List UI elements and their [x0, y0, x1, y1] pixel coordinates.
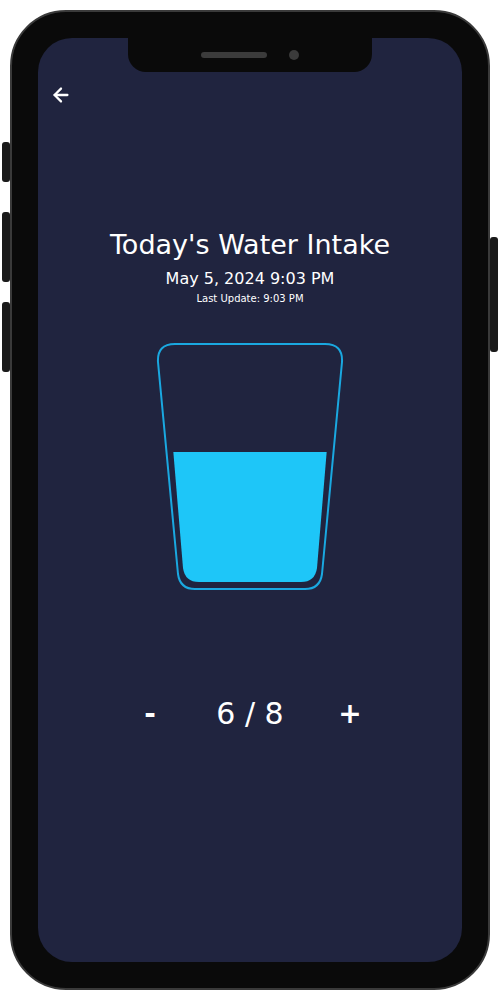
glass [155, 342, 345, 592]
water-fill [155, 452, 345, 582]
page: Today's Water Intake May 5, 2024 9:03 PM L… [0, 0, 500, 1000]
notch-row [38, 38, 462, 72]
back-button[interactable] [50, 84, 72, 106]
camera [289, 50, 299, 60]
power-button [490, 237, 498, 352]
counter: - 6 / 8 + [100, 696, 400, 732]
last-update: Last Update: 9:03 PM [196, 292, 303, 306]
counter-reading: 6 / 8 [216, 696, 283, 732]
increment-button[interactable]: + [330, 697, 369, 731]
volume-down-button [2, 302, 10, 372]
speaker [201, 52, 267, 58]
arrow-left-icon [50, 84, 72, 106]
screen: Today's Water Intake May 5, 2024 9:03 PM L… [38, 38, 462, 962]
phone-frame: Today's Water Intake May 5, 2024 9:03 PM L… [10, 10, 490, 990]
volume-up-button [2, 212, 10, 282]
water-glass-icon [155, 342, 345, 592]
date: May 5, 2024 9:03 PM [166, 268, 335, 290]
mute-switch [2, 142, 10, 182]
title: Today's Water Intake [110, 228, 390, 262]
decrement-button[interactable]: - [136, 697, 164, 731]
top-bar [38, 72, 462, 106]
notch [128, 38, 372, 72]
